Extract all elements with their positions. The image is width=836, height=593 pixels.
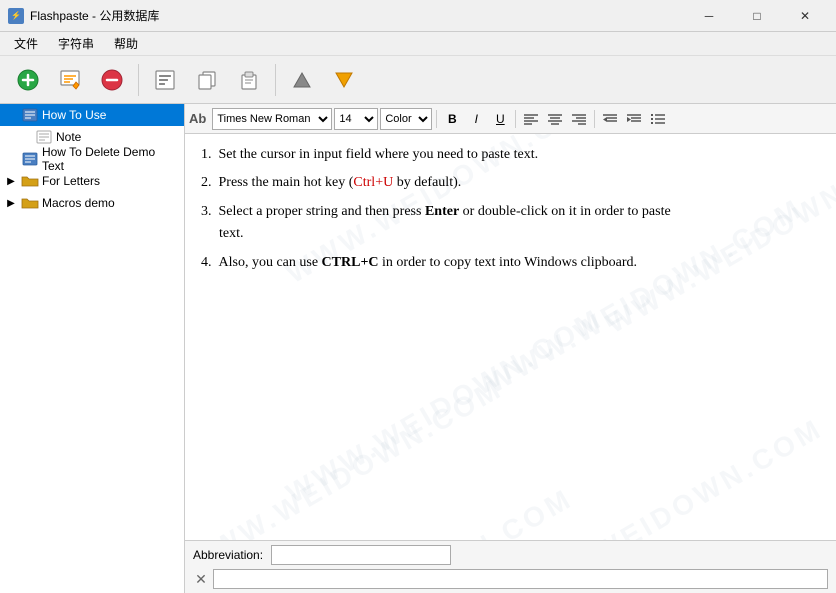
align-center-button[interactable] — [544, 108, 566, 130]
expand-icon: ▶ — [4, 198, 18, 209]
watermark: WWW.WEIDOWN.COM — [185, 367, 512, 540]
window-title: Flashpaste - 公用数据库 — [30, 7, 159, 24]
sidebar-item-macros-demo[interactable]: ▶ Macros demo — [0, 192, 184, 214]
sidebar-item-how-to-delete[interactable]: How To Delete Demo Text — [0, 148, 184, 170]
bold-button[interactable]: B — [441, 108, 463, 130]
app-icon: ⚡ — [8, 8, 24, 24]
font-family-select[interactable]: Times New Roman Arial Calibri — [212, 108, 332, 130]
format-separator-1 — [436, 110, 437, 128]
underline-button[interactable]: U — [489, 108, 511, 130]
sidebar: How To Use Note — [0, 104, 185, 593]
align-right-button[interactable] — [568, 108, 590, 130]
note-icon — [35, 129, 53, 145]
menu-string[interactable]: 字符串 — [50, 33, 102, 54]
edit-button[interactable] — [50, 60, 90, 100]
watermark: WWW.WEIDOWN.COM — [248, 477, 582, 540]
toolbar — [0, 56, 836, 104]
sidebar-item-label: How To Use — [42, 108, 106, 122]
search-close-button[interactable]: ✕ — [193, 571, 209, 587]
doc-icon — [21, 151, 39, 167]
font-size-select[interactable]: 14 10 12 16 18 — [334, 108, 378, 130]
watermark: WWW.WEIDOWN.COM — [278, 297, 612, 516]
move-down-button[interactable] — [324, 60, 364, 100]
title-bar: ⚡ Flashpaste - 公用数据库 ─ □ ✕ — [0, 0, 836, 32]
delete-button[interactable] — [92, 60, 132, 100]
sidebar-item-for-letters[interactable]: ▶ For Letters — [0, 170, 184, 192]
paste-button[interactable] — [229, 60, 269, 100]
search-row: ✕ — [193, 569, 828, 589]
format-separator-3 — [594, 110, 595, 128]
menu-help[interactable]: 帮助 — [106, 33, 146, 54]
toolbar-separator-2 — [275, 64, 276, 96]
window-controls: ─ □ ✕ — [686, 1, 828, 31]
sidebar-item-how-to-use[interactable]: How To Use — [0, 104, 184, 126]
search-input[interactable] — [213, 569, 828, 589]
format-ab-icon: Ab — [189, 111, 206, 126]
content-text: 1. Set the cursor in input field where y… — [201, 144, 820, 274]
indent-decrease-button[interactable] — [599, 108, 621, 130]
sidebar-item-label: For Letters — [42, 174, 100, 188]
list-button[interactable] — [647, 108, 669, 130]
maximize-button[interactable]: □ — [734, 1, 780, 31]
main-area: How To Use Note — [0, 104, 836, 593]
content-area[interactable]: WWW.WEIDOWN.COM WWW.WEIDOWN.COM WWW.WEID… — [185, 134, 836, 540]
abbreviation-label: Abbreviation: — [193, 548, 263, 562]
content-line-1: 1. Set the cursor in input field where y… — [201, 144, 820, 166]
format-bar: Ab Times New Roman Arial Calibri 14 10 1… — [185, 104, 836, 134]
doc-icon — [21, 107, 39, 123]
expand-icon: ▶ — [4, 176, 18, 187]
abbreviation-input[interactable] — [271, 545, 451, 565]
toolbar-separator-1 — [138, 64, 139, 96]
properties-button[interactable] — [145, 60, 185, 100]
content-line-2: 2. Press the main hot key (Ctrl+U by def… — [201, 172, 820, 194]
menu-bar: 文件 字符串 帮助 — [0, 32, 836, 56]
copy-button[interactable] — [187, 60, 227, 100]
sidebar-item-label: Macros demo — [42, 196, 115, 210]
content-line-4: 4. Also, you can use CTRL+C in order to … — [201, 252, 820, 274]
close-button[interactable]: ✕ — [782, 1, 828, 31]
watermark: WWW.WEIDOWN.COM — [498, 407, 832, 540]
italic-button[interactable]: I — [465, 108, 487, 130]
folder-icon — [21, 173, 39, 189]
abbreviation-row: Abbreviation: — [193, 545, 828, 565]
add-button[interactable] — [8, 60, 48, 100]
color-select[interactable]: Color Red Blue Black — [380, 108, 432, 130]
editor-area: Ab Times New Roman Arial Calibri 14 10 1… — [185, 104, 836, 593]
minimize-button[interactable]: ─ — [686, 1, 732, 31]
bottom-bar: Abbreviation: ✕ — [185, 540, 836, 593]
content-line-3: 3. Select a proper string and then press… — [201, 201, 820, 223]
format-separator-2 — [515, 110, 516, 128]
folder-icon — [21, 195, 39, 211]
content-line-3-cont: text. — [201, 223, 820, 245]
sidebar-item-label: How To Delete Demo Text — [42, 145, 180, 173]
sidebar-item-label: Note — [56, 130, 81, 144]
title-bar-left: ⚡ Flashpaste - 公用数据库 — [8, 7, 159, 24]
move-up-button[interactable] — [282, 60, 322, 100]
menu-file[interactable]: 文件 — [6, 33, 46, 54]
indent-increase-button[interactable] — [623, 108, 645, 130]
align-left-button[interactable] — [520, 108, 542, 130]
